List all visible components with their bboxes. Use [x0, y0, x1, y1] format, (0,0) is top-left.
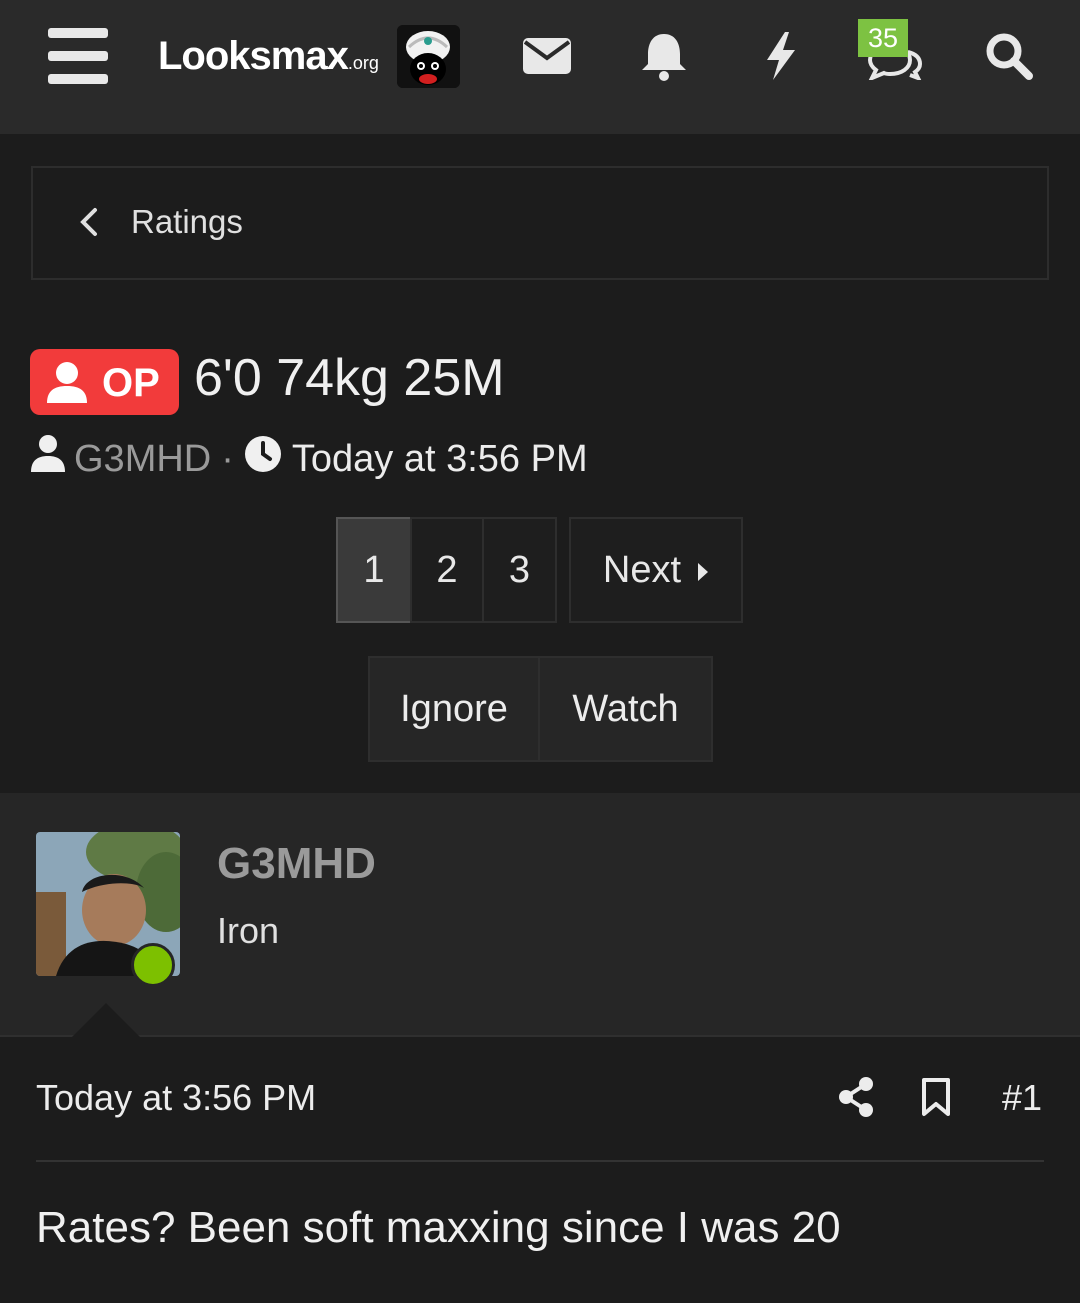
menu-icon[interactable] — [48, 28, 108, 84]
bookmark-icon[interactable] — [921, 1077, 951, 1122]
site-logo[interactable]: Looksmax.org — [158, 34, 379, 79]
next-page-button[interactable]: Next — [569, 517, 743, 623]
bell-icon[interactable] — [638, 30, 690, 82]
user-title: Iron — [217, 910, 280, 951]
page-3-button[interactable]: 3 — [482, 517, 557, 623]
bolt-icon[interactable] — [755, 30, 807, 82]
breadcrumb[interactable]: Ratings — [31, 166, 1049, 280]
op-prefix-badge: OP — [30, 349, 179, 415]
clock-icon — [244, 435, 282, 483]
post-pointer-arrow — [72, 1003, 140, 1037]
post-username[interactable]: G3MHD — [217, 839, 376, 889]
page-1-button[interactable]: 1 — [336, 517, 412, 623]
breadcrumb-label: Ratings — [131, 203, 243, 240]
post-user-info: G3MHD Iron — [0, 793, 1080, 1037]
thread-meta: G3MHD · Today at 3:56 PM — [30, 435, 588, 483]
caret-right-icon — [697, 549, 709, 592]
user-icon — [47, 362, 87, 403]
logo-main: Looksmax — [158, 34, 349, 78]
share-icon[interactable] — [838, 1077, 874, 1122]
post-header: Today at 3:56 PM #1 — [0, 1037, 1080, 1161]
logo-suffix: .org — [347, 53, 379, 73]
online-status-indicator — [131, 943, 175, 987]
page-2-button[interactable]: 2 — [410, 517, 484, 623]
envelope-icon[interactable] — [521, 30, 573, 82]
post-body: Rates? Been soft maxxing since I was 20 — [36, 1203, 841, 1252]
ignore-button[interactable]: Ignore — [368, 656, 540, 762]
post-divider — [36, 1160, 1044, 1162]
conversations-badge: 35 — [858, 19, 908, 57]
account-avatar[interactable] — [397, 25, 460, 88]
thread-title: 6'0 74kg 25M — [194, 349, 505, 407]
chevron-left-icon — [77, 206, 99, 243]
search-icon[interactable] — [983, 30, 1035, 82]
watch-button[interactable]: Watch — [538, 656, 713, 762]
user-icon — [30, 434, 66, 484]
post-number[interactable]: #1 — [1002, 1077, 1042, 1119]
op-prefix-label: OP — [102, 361, 160, 405]
next-label: Next — [602, 548, 682, 591]
post-time[interactable]: Today at 3:56 PM — [36, 1077, 316, 1119]
thread-author[interactable]: G3MHD — [74, 438, 211, 481]
thread-time[interactable]: Today at 3:56 PM — [292, 438, 588, 481]
meta-separator: · — [221, 437, 234, 480]
top-nav-bar: Looksmax.org 35 — [0, 0, 1080, 134]
